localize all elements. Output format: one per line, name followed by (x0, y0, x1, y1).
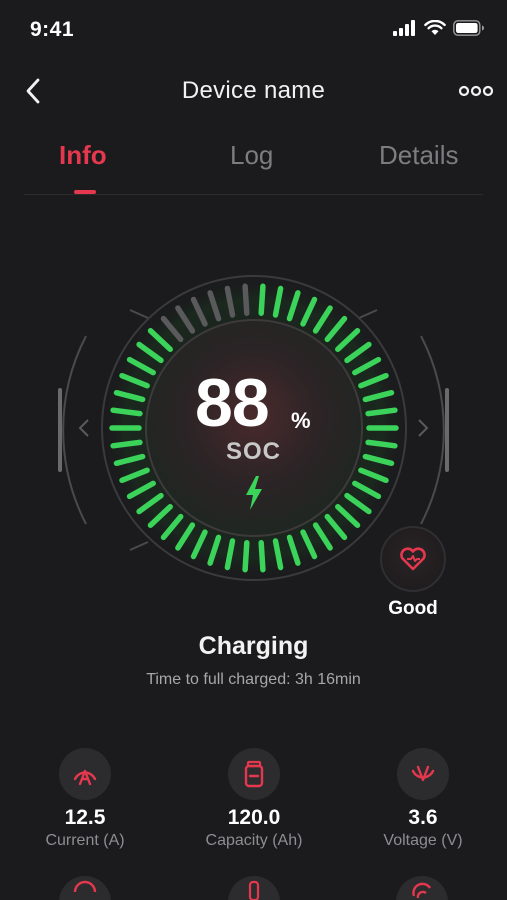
charging-status: Charging (198, 632, 309, 660)
current-icon (59, 748, 111, 800)
battery-icon (228, 748, 280, 800)
health-badge[interactable] (380, 526, 446, 592)
cellular-signal-icon (393, 20, 415, 36)
wifi-icon (424, 20, 446, 35)
metric-icon-partial-2[interactable] (228, 876, 280, 900)
lightning-bolt-icon (246, 476, 262, 510)
health-label: Good (388, 598, 438, 619)
tab-log[interactable]: Log (230, 140, 273, 171)
more-options-button[interactable] (457, 76, 495, 106)
capacity-label: Capacity (Ah) (205, 832, 303, 849)
metric-icon-row-2 (0, 876, 507, 900)
current-value: 12.5 (64, 806, 106, 829)
status-time: 9:41 (30, 18, 75, 41)
soc-gauge: 88 % SOC Good (0, 240, 507, 620)
voltage-value: 3.6 (408, 806, 438, 829)
tab-details[interactable]: Details (379, 140, 458, 171)
page-title: Device name (181, 77, 326, 104)
soc-value: 88 (195, 365, 270, 441)
gauge-tick-filled (258, 540, 266, 573)
metric-capacity: 120.0 Capacity (Ah) (169, 748, 339, 850)
battery-status-icon (453, 20, 484, 36)
soc-label: SOC (225, 438, 281, 465)
gauge-tick-empty (242, 283, 250, 316)
capacity-value: 120.0 (227, 806, 281, 829)
metric-voltage: 3.6 Voltage (V) (338, 748, 507, 850)
soc-unit: % (291, 408, 311, 433)
time-to-full: Time to full charged: 3h 16min (146, 671, 361, 688)
metric-icon-partial-3[interactable] (396, 876, 448, 900)
voltage-icon (397, 748, 449, 800)
more-dots-icon (458, 85, 494, 97)
tab-info[interactable]: Info (59, 140, 107, 171)
current-label: Current (A) (45, 832, 125, 849)
nav-bar: Device name (0, 62, 507, 122)
metric-current: 12.5 Current (A) (0, 748, 170, 850)
gauge-tick-filled (258, 283, 266, 316)
status-bar: 9:41 (0, 0, 507, 62)
gauge-tick-filled (110, 407, 143, 417)
gauge-tick-filled (242, 540, 250, 573)
status-icons (393, 20, 485, 36)
voltage-label: Voltage (V) (383, 832, 463, 849)
heart-icon (400, 547, 426, 571)
gauge-tick-filled (365, 407, 398, 417)
tab-bar: Info Log Details (24, 130, 483, 195)
active-tab-indicator (74, 190, 96, 194)
metric-icon-partial-1[interactable] (59, 876, 111, 900)
